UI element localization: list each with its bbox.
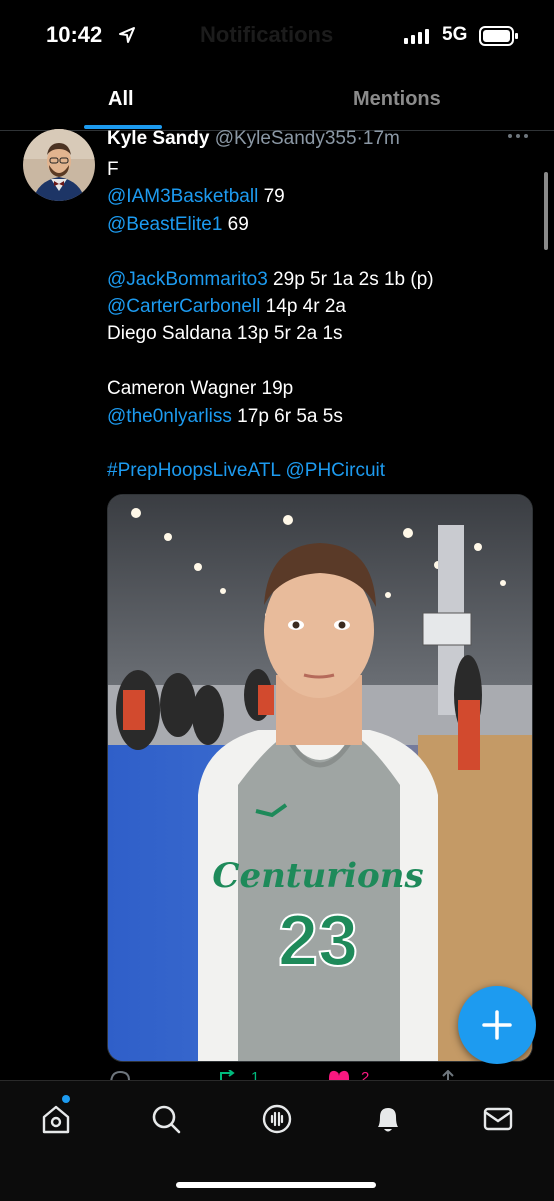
tab-mentions[interactable]: Mentions — [353, 88, 441, 111]
tweet-line: @the0nlyarliss 17p 6r 5a 5s — [107, 405, 343, 427]
home-notification-dot — [62, 1095, 70, 1103]
author-name[interactable]: Kyle Sandy — [107, 128, 209, 149]
home-icon[interactable] — [40, 1103, 72, 1135]
tweet-line: @IAM3Basketball 79 — [107, 186, 285, 208]
mention-link[interactable]: @BeastElite1 — [107, 214, 222, 235]
tweet-line: Diego Saldana 13p 5r 2a 1s — [107, 323, 343, 345]
tweet-line: @JackBommarito3 29p 5r 1a 2s 1b (p) — [107, 268, 434, 290]
tweet-line: @CarterCarbonell 14p 4r 2a — [107, 295, 346, 317]
tweet-line: @BeastElite1 69 — [107, 213, 249, 235]
status-bar: 10:42 Notifications 5G — [0, 0, 554, 70]
jersey-number-text: 23 — [278, 901, 358, 981]
scrollbar[interactable] — [544, 172, 548, 250]
jersey-team-text: Centurions — [212, 856, 423, 896]
tweet-line — [107, 238, 527, 265]
bell-icon[interactable] — [372, 1103, 404, 1135]
tweet-line — [107, 348, 527, 375]
mention-link[interactable]: @JackBommarito3 — [107, 269, 268, 290]
mail-icon[interactable] — [482, 1103, 514, 1135]
more-options-icon[interactable] — [508, 134, 528, 138]
location-arrow-icon — [119, 27, 135, 43]
mention-link[interactable]: @the0nlyarliss — [107, 406, 232, 427]
tweet-text: F @IAM3Basketball 79 @BeastElite1 69 @Ja… — [107, 156, 527, 485]
bottom-nav — [0, 1080, 554, 1201]
tweet-photo[interactable]: Centurions 23 — [107, 494, 533, 1062]
search-icon[interactable] — [150, 1103, 182, 1135]
battery-icon — [479, 26, 518, 46]
compose-tweet-button[interactable] — [458, 986, 536, 1064]
tweet-line: #PrepHoopsLiveATL @PHCircuit — [107, 457, 527, 484]
avatar[interactable] — [23, 129, 95, 201]
mention-link[interactable]: @IAM3Basketball — [107, 186, 258, 207]
tweet-header[interactable]: Kyle Sandy @KyleSandy355·17m — [107, 128, 527, 150]
mention-link[interactable]: @CarterCarbonell — [107, 296, 260, 317]
tweet-line — [107, 430, 527, 457]
cell-signal-icon — [404, 29, 429, 44]
tab-all[interactable]: All — [108, 88, 134, 111]
spaces-icon[interactable] — [261, 1103, 293, 1135]
status-time: 10:42 — [46, 22, 103, 47]
tweet-line: Cameron Wagner 19p — [107, 378, 294, 400]
home-indicator — [176, 1182, 376, 1188]
plus-icon — [482, 1010, 512, 1040]
network-type: 5G — [442, 24, 468, 45]
header-title-ghost: Notifications — [200, 22, 334, 47]
tweet-line: F — [107, 159, 119, 180]
notification-tabs: All Mentions — [0, 70, 554, 131]
author-handle[interactable]: @KyleSandy355 — [215, 128, 357, 149]
tweet-time: 17m — [362, 128, 400, 149]
hashtag-link[interactable]: #PrepHoopsLiveATL @PHCircuit — [107, 460, 385, 481]
